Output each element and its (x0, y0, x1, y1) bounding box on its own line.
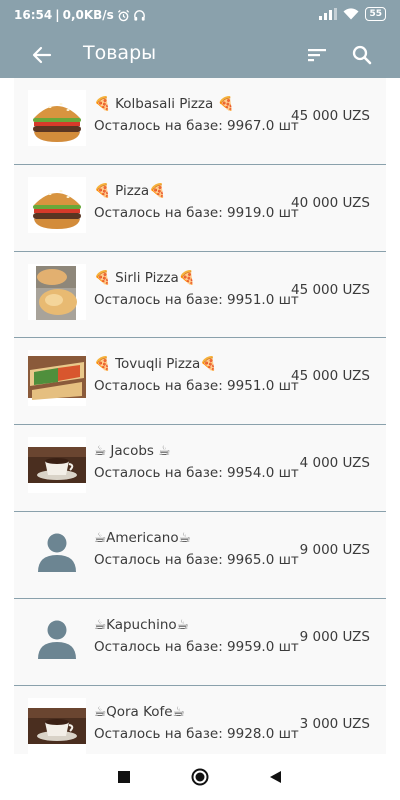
list-item[interactable]: 🍕 Pizza🍕 Осталось на базе: 9919.0 шт 40 … (14, 165, 386, 252)
product-image-bun (28, 263, 86, 320)
product-image-coffee (28, 437, 86, 494)
product-list[interactable]: 🍕 Kolbasali Pizza 🍕 Осталось на базе: 99… (14, 78, 386, 754)
product-stock: Осталось на базе: 9954.0 шт (94, 465, 299, 482)
product-price: 3 000 UZS (299, 715, 370, 732)
person-placeholder-icon (28, 611, 86, 667)
list-item[interactable]: 🍕 Kolbasali Pizza 🍕 Осталось на базе: 99… (14, 78, 386, 165)
product-name: 🍕 Tovuqli Pizza🍕 (94, 356, 218, 373)
product-name: ☕ Jacobs ☕ (94, 443, 171, 460)
battery-icon: 55 (365, 7, 386, 21)
alarm-icon (117, 9, 129, 21)
product-image-burger (28, 90, 86, 146)
product-stock: Осталось на базе: 9965.0 шт (94, 551, 299, 568)
back-triangle-icon[interactable] (266, 767, 286, 787)
product-stock: Осталось на базе: 9951.0 шт (94, 378, 299, 395)
product-name: 🍕 Sirli Pizza🍕 (94, 269, 196, 286)
product-image-coffee (28, 697, 86, 754)
product-image-wrap (28, 350, 86, 407)
product-name: ☕Kapuchino☕ (94, 616, 189, 633)
list-item[interactable]: 🍕 Tovuqli Pizza🍕 Осталось на базе: 9951.… (14, 338, 386, 426)
status-separator: | (55, 8, 60, 22)
product-price: 9 000 UZS (299, 628, 370, 645)
back-arrow-icon[interactable] (30, 43, 54, 67)
product-stock: Осталось на базе: 9928.0 шт (94, 725, 299, 742)
product-name: 🍕 Kolbasali Pizza 🍕 (94, 96, 235, 112)
status-speed: 0,0KB/s (62, 8, 114, 22)
product-stock: Осталось на базе: 9959.0 шт (94, 638, 299, 655)
app-bar: Товары (0, 32, 400, 78)
product-name: ☕Qora Kofe☕ (94, 703, 185, 720)
product-stock: Осталось на базе: 9919.0 шт (94, 204, 299, 221)
status-left: 16:54 | 0,0KB/s (14, 8, 146, 22)
product-price: 45 000 UZS (291, 108, 370, 124)
headphones-icon (133, 9, 145, 21)
product-price: 45 000 UZS (291, 281, 370, 298)
list-item[interactable]: ☕ Jacobs ☕ Осталось на базе: 9954.0 шт 4… (14, 425, 386, 512)
status-bar: 16:54 | 0,0KB/s 55 (0, 0, 400, 32)
system-nav-bar (0, 754, 400, 800)
product-image-burger (28, 176, 86, 233)
sort-icon[interactable] (305, 43, 329, 67)
signal-icon (319, 8, 338, 20)
product-price: 40 000 UZS (291, 194, 370, 211)
product-price: 45 000 UZS (291, 368, 370, 385)
status-right: 55 (319, 7, 386, 21)
home-circle-icon[interactable] (190, 767, 210, 787)
search-icon[interactable] (350, 43, 374, 67)
list-item[interactable]: ☕Americano☕ Осталось на базе: 9965.0 шт … (14, 512, 386, 599)
page-title: Товары (83, 42, 157, 64)
product-price: 4 000 UZS (299, 455, 370, 472)
status-time: 16:54 (14, 8, 53, 22)
list-item[interactable]: 🍕 Sirli Pizza🍕 Осталось на базе: 9951.0 … (14, 252, 386, 339)
list-item[interactable]: ☕Kapuchino☕ Осталось на базе: 9959.0 шт … (14, 599, 386, 686)
product-stock: Осталось на базе: 9967.0 шт (94, 118, 299, 134)
list-item[interactable]: ☕Qora Kofe☕ Осталось на базе: 9928.0 шт … (14, 686, 386, 754)
product-name: 🍕 Pizza🍕 (94, 182, 166, 199)
person-placeholder-icon (28, 524, 86, 580)
recents-square-icon[interactable] (114, 767, 134, 787)
product-name: ☕Americano☕ (94, 529, 191, 546)
wifi-icon (343, 8, 359, 20)
product-stock: Осталось на базе: 9951.0 шт (94, 291, 299, 308)
product-price: 9 000 UZS (299, 541, 370, 558)
